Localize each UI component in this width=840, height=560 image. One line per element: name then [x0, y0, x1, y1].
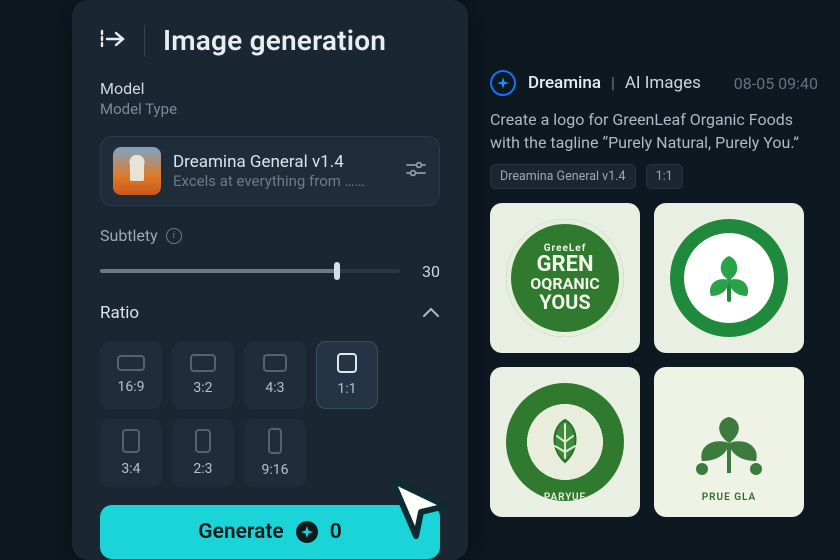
slider-thumb[interactable]: [334, 262, 340, 280]
chip-ratio: 1:1: [646, 164, 683, 189]
ratio-3-4[interactable]: 3:4: [100, 419, 162, 487]
ratio-label-2-3: 2:3: [193, 461, 212, 477]
model-type-label: Model Type: [100, 100, 440, 118]
generate-label: Generate: [198, 520, 283, 544]
ratio-3-2[interactable]: 3:2: [172, 341, 234, 409]
ratio-4-3[interactable]: 4:3: [244, 341, 306, 409]
chevron-up-icon[interactable]: [422, 304, 440, 323]
panel-title: Image generation: [163, 24, 386, 57]
result-thumbnail[interactable]: PRUE GLA: [654, 367, 804, 517]
model-thumbnail: [113, 147, 161, 195]
subtlety-label: Subtlety: [100, 226, 158, 245]
output-timestamp: 08-05 09:40: [734, 74, 830, 93]
ratio-1-1[interactable]: 1:1: [316, 341, 378, 409]
ratio-16-9[interactable]: 16:9: [100, 341, 162, 409]
output-app: Dreamina: [528, 73, 601, 93]
header-divider: [144, 25, 145, 57]
output-area: Dreamina | AI Images 08-05 09:40 Create …: [490, 70, 830, 517]
model-selector[interactable]: Dreamina General v1.4 Excels at everythi…: [100, 136, 440, 206]
result-thumbnail[interactable]: PARYUE: [490, 367, 640, 517]
model-name: Dreamina General v1.4: [173, 152, 393, 172]
subtlety-label-row: Subtlety i: [100, 226, 440, 245]
tile3-caption: PARYUE: [490, 492, 640, 503]
ratio-grid: 16:9 3:2 4:3 1:1 3:4 2:3 9:16: [100, 341, 440, 487]
results-grid: GreeLef GREN OQRANIC YOUS: [490, 203, 830, 517]
model-section-label: Model: [100, 79, 440, 98]
tile1-line2: GREN: [530, 254, 600, 276]
ratio-9-16[interactable]: 9:16: [244, 419, 306, 487]
subtlety-slider[interactable]: [100, 261, 400, 281]
ratio-label-1-1: 1:1: [337, 381, 356, 397]
ratio-2-3[interactable]: 2:3: [172, 419, 234, 487]
result-thumbnail[interactable]: [654, 203, 804, 353]
generate-button[interactable]: Generate 0: [100, 505, 440, 559]
model-description: Excels at everything from ……: [173, 172, 393, 190]
ratio-label-16-9: 16:9: [118, 379, 145, 395]
settings-sliders-icon[interactable]: [405, 159, 427, 183]
panel-header: Image generation: [72, 0, 468, 65]
generate-cost: 0: [330, 520, 342, 544]
chip-model: Dreamina General v1.4: [490, 164, 636, 189]
subtlety-value: 30: [414, 262, 440, 281]
output-title: Dreamina | AI Images: [528, 73, 701, 93]
info-icon[interactable]: i: [166, 228, 182, 244]
tile4-caption: PRUE GLA: [654, 492, 804, 503]
app-badge-icon: [490, 70, 516, 96]
ratio-label-4-3: 4:3: [265, 380, 284, 396]
generation-panel: Image generation Model Model Type Dreami…: [72, 0, 468, 560]
ratio-label-3-2: 3:2: [193, 380, 212, 396]
cost-coin-icon: [296, 521, 318, 543]
result-thumbnail[interactable]: GreeLef GREN OQRANIC YOUS: [490, 203, 640, 353]
tile1-line4: YOUS: [530, 292, 600, 312]
output-chips: Dreamina General v1.4 1:1: [490, 164, 830, 189]
ratio-label-3-4: 3:4: [121, 461, 140, 477]
expand-icon[interactable]: [100, 27, 126, 55]
ratio-label-9-16: 9:16: [262, 462, 289, 478]
output-kind: AI Images: [625, 73, 701, 93]
ratio-label: Ratio: [100, 303, 139, 323]
prompt-text: Create a logo for GreenLeaf Organic Food…: [490, 108, 820, 154]
